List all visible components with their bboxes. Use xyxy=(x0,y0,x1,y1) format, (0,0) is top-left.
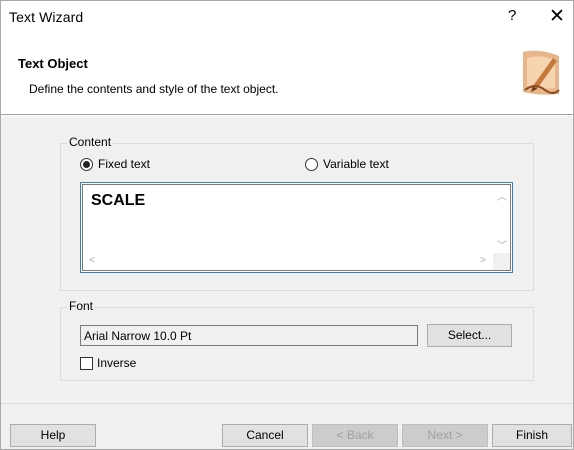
scroll-left-icon[interactable]: < xyxy=(89,255,95,266)
back-button[interactable]: < Back xyxy=(312,424,398,447)
title-bar: Text Wizard ? ✕ xyxy=(1,1,573,32)
horizontal-scrollbar[interactable]: < > xyxy=(83,253,495,270)
text-wizard-dialog: Text Wizard ? ✕ Text Object Define the c… xyxy=(0,0,574,450)
fixed-text-label: Fixed text xyxy=(98,157,151,171)
wizard-pen-icon xyxy=(519,46,563,98)
cancel-button[interactable]: Cancel xyxy=(222,424,308,447)
variable-text-radio-button[interactable] xyxy=(305,157,318,171)
page-title: Text Object xyxy=(18,56,88,71)
content-group-label: Content xyxy=(67,135,114,149)
close-icon[interactable]: ✕ xyxy=(549,5,565,28)
select-font-button[interactable]: Select... xyxy=(427,324,512,347)
page-subtitle: Define the contents and style of the tex… xyxy=(29,82,279,96)
inverse-checkbox-box[interactable] xyxy=(80,356,93,370)
next-button[interactable]: Next > xyxy=(402,424,488,447)
scroll-corner xyxy=(493,253,510,270)
variable-text-radio[interactable]: Variable text xyxy=(305,157,389,171)
text-content-value[interactable]: SCALE xyxy=(91,192,145,210)
help-button[interactable]: Help xyxy=(10,424,96,447)
header-divider-highlight xyxy=(1,115,573,116)
wizard-header: Text Object Define the contents and styl… xyxy=(1,32,573,114)
inverse-checkbox[interactable]: Inverse xyxy=(80,356,136,370)
text-content-area[interactable]: SCALE ︿ ﹀ < > xyxy=(80,182,513,273)
fixed-text-radio[interactable]: Fixed text xyxy=(80,157,150,171)
scroll-right-icon[interactable]: > xyxy=(480,255,486,266)
fixed-text-radio-button[interactable] xyxy=(80,157,93,171)
footer-divider xyxy=(1,403,573,404)
vertical-scrollbar[interactable]: ︿ ﹀ xyxy=(493,185,510,256)
inverse-label: Inverse xyxy=(97,356,137,370)
window-title: Text Wizard xyxy=(9,9,84,25)
font-value: Arial Narrow 10.0 Pt xyxy=(84,329,192,343)
font-group-label: Font xyxy=(67,299,96,313)
scroll-up-icon[interactable]: ︿ xyxy=(497,188,507,203)
text-content-inner[interactable]: SCALE ︿ ﹀ < > xyxy=(82,184,511,271)
scroll-down-icon[interactable]: ﹀ xyxy=(497,237,507,252)
finish-button[interactable]: Finish xyxy=(492,424,572,447)
variable-text-label: Variable text xyxy=(323,157,389,171)
help-icon[interactable]: ? xyxy=(508,7,516,24)
font-display-field: Arial Narrow 10.0 Pt xyxy=(80,325,418,346)
